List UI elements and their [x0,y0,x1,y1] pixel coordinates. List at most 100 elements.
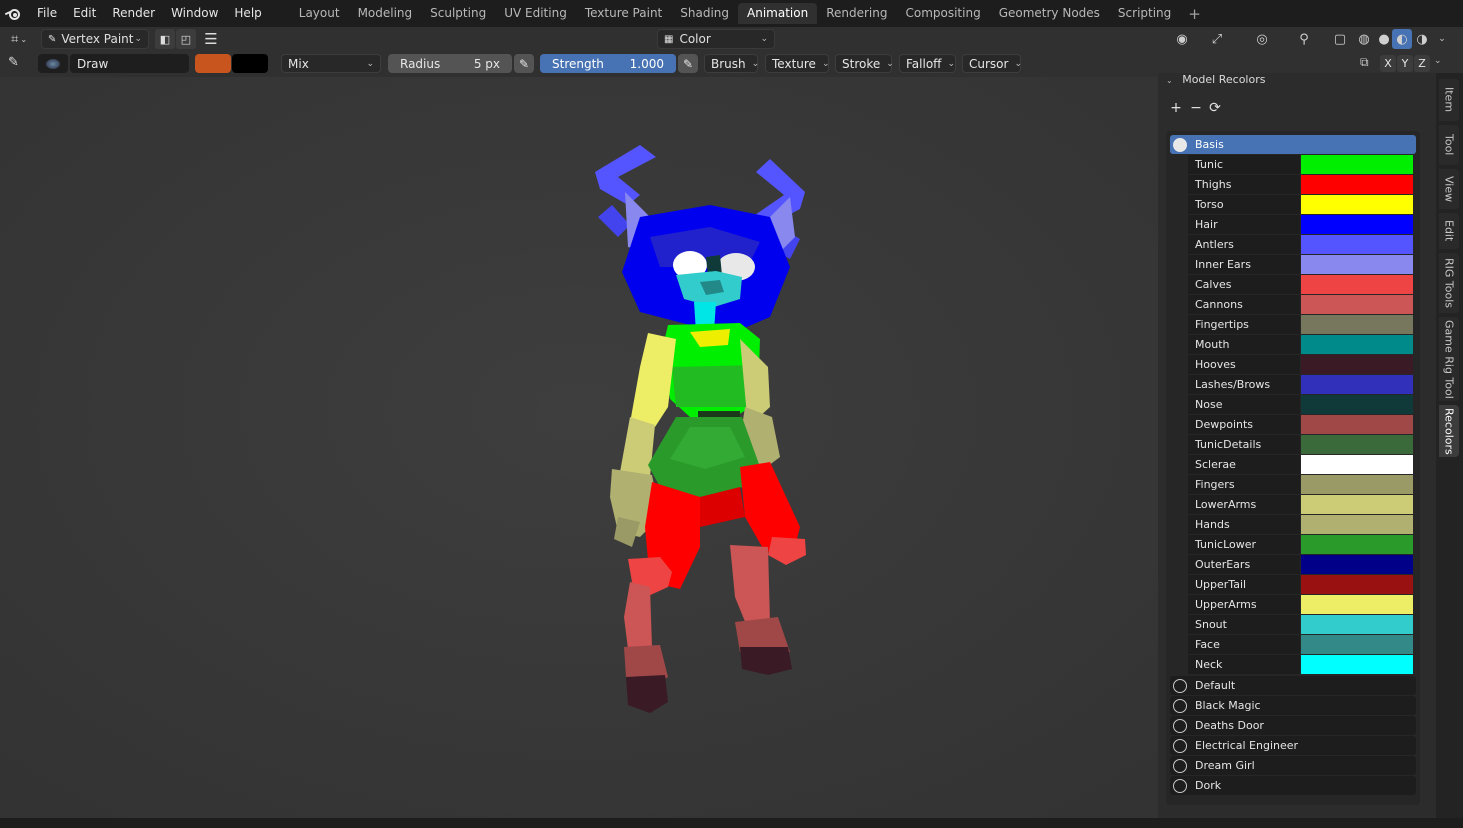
tab-animation[interactable]: Animation [738,3,818,24]
set-deaths-door[interactable]: Deaths Door [1170,716,1416,735]
part-name[interactable]: Sclerae [1188,455,1300,474]
part-color-swatch[interactable] [1301,435,1413,454]
material-shading-icon[interactable]: ◐ [1392,29,1412,49]
menu-edit[interactable]: Edit [65,0,104,27]
tab-rendering[interactable]: Rendering [817,3,896,24]
vtab-item[interactable]: Item [1439,79,1459,121]
3d-viewport[interactable] [0,77,1158,818]
part-color-swatch[interactable] [1301,175,1413,194]
menu-render[interactable]: Render [104,0,163,27]
part-color-swatch[interactable] [1301,555,1413,574]
brush-preview-icon[interactable] [38,54,68,73]
tab-modeling[interactable]: Modeling [349,3,422,24]
toggle-xray-icon[interactable]: ▢ [1330,29,1350,49]
part-color-swatch[interactable] [1301,295,1413,314]
panel-header[interactable]: ⌄ Model Recolors [1166,73,1265,86]
part-name[interactable]: Tunic [1188,155,1300,174]
part-color-swatch[interactable] [1301,315,1413,334]
part-color-swatch[interactable] [1301,635,1413,654]
tab-scripting[interactable]: Scripting [1109,3,1180,24]
part-color-swatch[interactable] [1301,595,1413,614]
part-name[interactable]: Cannons [1188,295,1300,314]
part-name[interactable]: Antlers [1188,235,1300,254]
part-name[interactable]: Face [1188,635,1300,654]
brush-name-field[interactable]: Draw [70,54,189,73]
falloff-menu[interactable]: Falloff ⌄ [899,54,956,73]
part-color-swatch[interactable] [1301,495,1413,514]
vtab-game-rig-tool[interactable]: Game Rig Tool [1439,317,1459,401]
menu-help[interactable]: Help [226,0,269,27]
part-color-swatch[interactable] [1301,575,1413,594]
strength-slider[interactable]: Strength 1.000 [540,54,676,73]
hamburger-menu-icon[interactable]: ☰ [201,29,221,49]
wireframe-shading-icon[interactable]: ◍ [1354,29,1374,49]
part-color-swatch[interactable] [1301,455,1413,474]
tab-shading[interactable]: Shading [671,3,738,24]
vtab-tool[interactable]: Tool [1439,125,1459,165]
set-black-magic[interactable]: Black Magic [1170,696,1416,715]
part-color-swatch[interactable] [1301,535,1413,554]
part-name[interactable]: Hooves [1188,355,1300,374]
part-color-swatch[interactable] [1301,395,1413,414]
part-name[interactable]: Lashes/Brows [1188,375,1300,394]
add-icon[interactable]: + [1167,99,1185,117]
primary-color-swatch[interactable] [195,54,231,73]
part-name[interactable]: Inner Ears [1188,255,1300,274]
set-basis[interactable]: Basis [1170,135,1416,154]
radius-field[interactable]: Radius 5 px [388,54,512,73]
part-color-swatch[interactable] [1301,155,1413,174]
refresh-icon[interactable]: ⟳ [1206,99,1224,117]
part-color-swatch[interactable] [1301,195,1413,214]
part-color-swatch[interactable] [1301,235,1413,254]
editor-type-icon[interactable]: ⌗ ⌄ [4,29,34,49]
mask-face-icon[interactable]: ◧ [155,29,175,49]
part-name[interactable]: Nose [1188,395,1300,414]
part-name[interactable]: LowerArms [1188,495,1300,514]
part-color-swatch[interactable] [1301,655,1413,674]
set-default[interactable]: Default [1170,676,1416,695]
part-color-swatch[interactable] [1301,335,1413,354]
remove-icon[interactable]: − [1187,99,1205,117]
secondary-color-swatch[interactable] [232,54,268,73]
part-name[interactable]: Torso [1188,195,1300,214]
part-name[interactable]: TunicDetails [1188,435,1300,454]
stroke-menu[interactable]: Stroke ⌄ [835,54,894,73]
blender-logo-icon[interactable] [4,5,23,23]
strength-pressure-icon[interactable]: ✎ [678,54,698,73]
set-dork[interactable]: Dork [1170,776,1416,795]
part-color-swatch[interactable] [1301,255,1413,274]
visibility-eye-icon[interactable]: ◉ [1172,29,1192,49]
tab-layout[interactable]: Layout [290,3,349,24]
tab-compositing[interactable]: Compositing [896,3,989,24]
part-name[interactable]: TunicLower [1188,535,1300,554]
symmetry-icon[interactable]: ⧉ [1360,55,1378,73]
part-color-swatch[interactable] [1301,215,1413,234]
set-electrical-engineer[interactable]: Electrical Engineer [1170,736,1416,755]
part-color-swatch[interactable] [1301,275,1413,294]
vtab-edit[interactable]: Edit [1439,213,1459,249]
rendered-shading-icon[interactable]: ◑ [1412,29,1432,49]
solid-shading-icon[interactable]: ● [1374,29,1394,49]
shading-color-dropdown[interactable]: ▦ Color ⌄ [657,29,775,49]
tab-uv-editing[interactable]: UV Editing [495,3,576,24]
part-name[interactable]: Snout [1188,615,1300,634]
part-name[interactable]: Hair [1188,215,1300,234]
tab-sculpting[interactable]: Sculpting [421,3,495,24]
vtab-recolors[interactable]: Recolors [1439,405,1459,457]
part-name[interactable]: Hands [1188,515,1300,534]
axis-z-button[interactable]: Z [1414,55,1430,72]
vtab-view[interactable]: View [1439,169,1459,209]
axis-y-button[interactable]: Y [1397,55,1413,72]
part-name[interactable]: Dewpoints [1188,415,1300,434]
part-name[interactable]: UpperArms [1188,595,1300,614]
part-name[interactable]: Fingers [1188,475,1300,494]
tab-texture-paint[interactable]: Texture Paint [576,3,671,24]
part-color-swatch[interactable] [1301,415,1413,434]
part-color-swatch[interactable] [1301,375,1413,394]
part-name[interactable]: Mouth [1188,335,1300,354]
chevron-down-icon[interactable]: ⌄ [1434,56,1442,66]
vtab-rig-tools[interactable]: RIG Tools [1439,253,1459,313]
brush-tool-icon[interactable]: ✎ [8,55,26,73]
overlays-icon[interactable]: ◎ [1252,29,1272,49]
chevron-down-icon[interactable]: ⌄ [1432,29,1452,49]
